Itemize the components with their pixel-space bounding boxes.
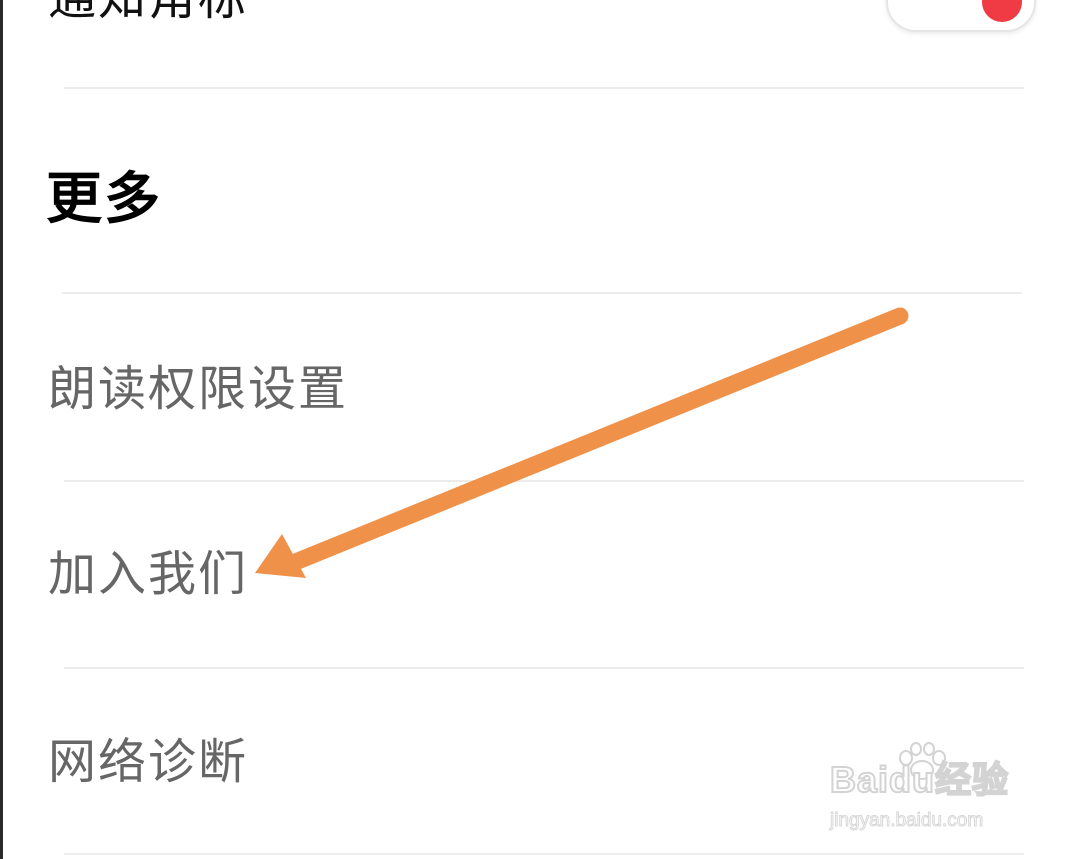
- watermark-logo-text: Baidu经验: [829, 759, 1010, 801]
- row-network-diagnosis[interactable]: 网络诊断: [48, 734, 248, 790]
- row-read-aloud-permission[interactable]: 朗读权限设置: [48, 361, 348, 417]
- row-notification-badge-label: 通知角标: [48, 0, 248, 26]
- settings-screen: 通知角标 更多 朗读权限设置 加入我们 网络诊断 Baidu经验 jingyan…: [0, 0, 1080, 859]
- divider: [64, 480, 1024, 482]
- watermark-url: jingyan.baidu.com: [829, 810, 984, 832]
- baidu-jingyan-watermark: Baidu经验 jingyan.baidu.com: [826, 742, 1026, 838]
- divider: [62, 292, 1022, 294]
- notification-badge-toggle[interactable]: [886, 0, 1036, 32]
- screen-edge: [0, 0, 3, 859]
- arrow-shaft: [279, 307, 909, 574]
- arrow-head: [255, 534, 306, 578]
- arrow-pointer-icon: [255, 307, 909, 578]
- divider: [64, 853, 1024, 855]
- divider: [64, 87, 1024, 89]
- divider: [64, 667, 1024, 669]
- toggle-knob: [982, 0, 1022, 22]
- row-notification-badge[interactable]: 通知角标: [0, 0, 800, 90]
- row-join-us[interactable]: 加入我们: [48, 546, 248, 602]
- section-title-more: 更多: [46, 167, 162, 232]
